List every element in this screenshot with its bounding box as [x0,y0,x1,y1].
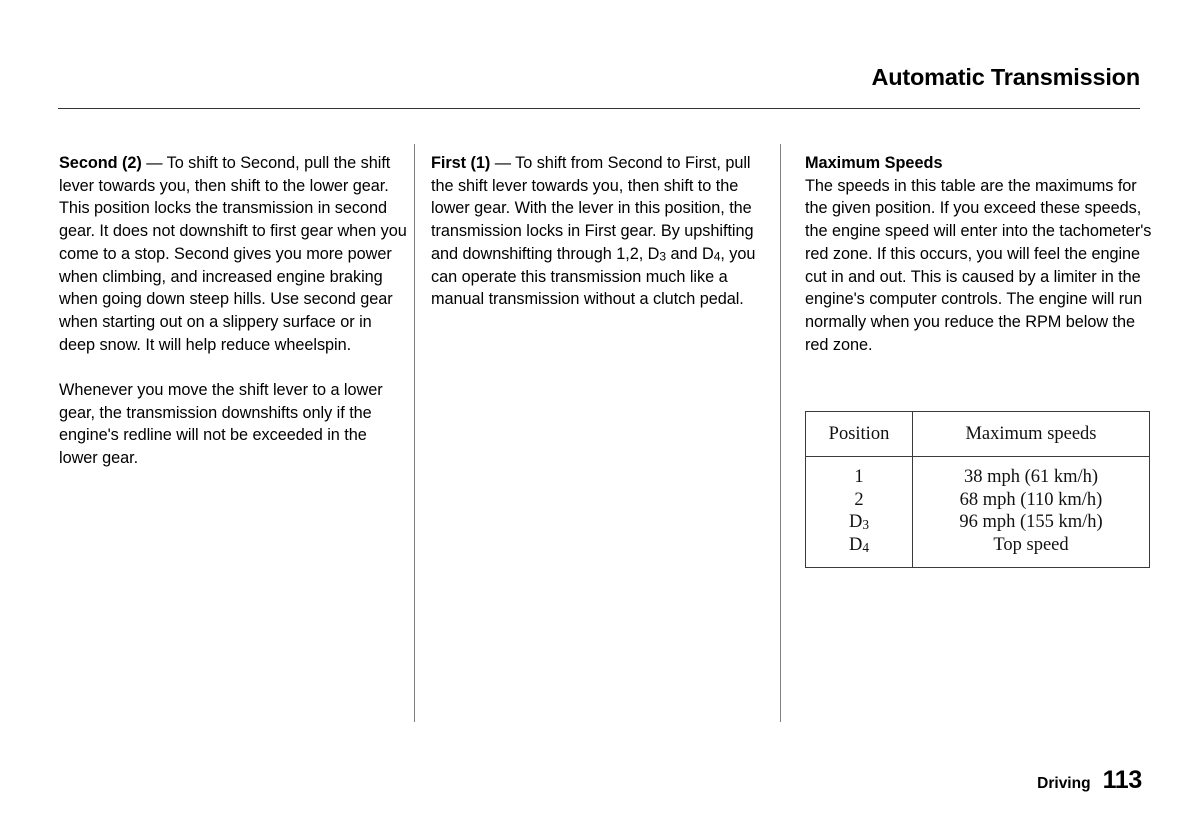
table-cell-speed: Top speed [993,535,1069,556]
table-row: 1 38 mph (61 km/h) [805,456,1150,489]
table-header-maximum-speeds: Maximum speeds [912,411,1150,457]
column-divider-left [414,144,415,722]
paragraph-lead-second: Second (2) [59,154,142,172]
header-divider-rule [58,108,1140,109]
table-cell-position: D4 [805,533,913,568]
paragraph-maximum-speeds: The speeds in this table are the maximum… [805,176,1152,354]
section-heading-maximum-speeds: Maximum Speeds [805,154,943,172]
table-cell-position: D3 [805,510,913,534]
paragraph-downshift-note: Whenever you move the shift lever to a l… [59,381,383,468]
position-label: D [848,512,863,533]
paragraph-lead-first: First (1) [431,154,491,172]
position-label: 2 [854,489,864,510]
table-row: D3 96 mph (155 km/h) [805,510,1150,534]
maximum-speeds-table-container: Position Maximum speeds 1 38 mph (61 km/… [805,411,1150,568]
table-cell-speed: 96 mph (155 km/h) [959,512,1103,533]
text-column-middle: First (1) — To shift from Second to Firs… [431,152,776,311]
page-header: Automatic Transmission [58,64,1140,110]
table-body: 1 38 mph (61 km/h) 2 68 mph (110 km/h) D… [805,456,1150,568]
table-header-position: Position [805,411,913,457]
page-title: Automatic Transmission [871,64,1140,90]
footer-section-label: Driving [1037,775,1091,792]
page-footer: Driving 113 [1037,766,1142,795]
paragraph-body-first-part2: and D [666,244,714,263]
table-row: D4 Top speed [805,533,1150,568]
paragraph-first-gear: First (1) — To shift from Second to Firs… [431,152,776,311]
table-cell-speed: 38 mph (61 km/h) [963,466,1099,487]
maximum-speeds-table: Position Maximum speeds 1 38 mph (61 km/… [805,411,1150,568]
position-label: D [848,535,863,556]
table-cell-position: 2 [805,488,913,511]
text-column-left: Second (2) — To shift to Second, pull th… [59,152,407,470]
paragraph-second-gear: Second (2) — To shift to Second, pull th… [59,152,407,356]
position-subscript: 3 [862,517,870,533]
paragraph-body-second: — To shift to Second, pull the shift lev… [59,154,407,354]
column-divider-right [780,144,781,722]
text-column-right: Maximum Speeds The speeds in this table … [805,152,1152,356]
table-header-row: Position Maximum speeds [805,411,1150,457]
table-cell-speed: 68 mph (110 km/h) [959,489,1103,510]
table-head: Position Maximum speeds [805,411,1150,457]
footer-page-number: 113 [1102,766,1143,794]
table-row: 2 68 mph (110 km/h) [805,488,1150,511]
position-label: 1 [854,466,864,487]
table-cell-position: 1 [805,456,913,489]
position-subscript: 4 [862,540,870,556]
